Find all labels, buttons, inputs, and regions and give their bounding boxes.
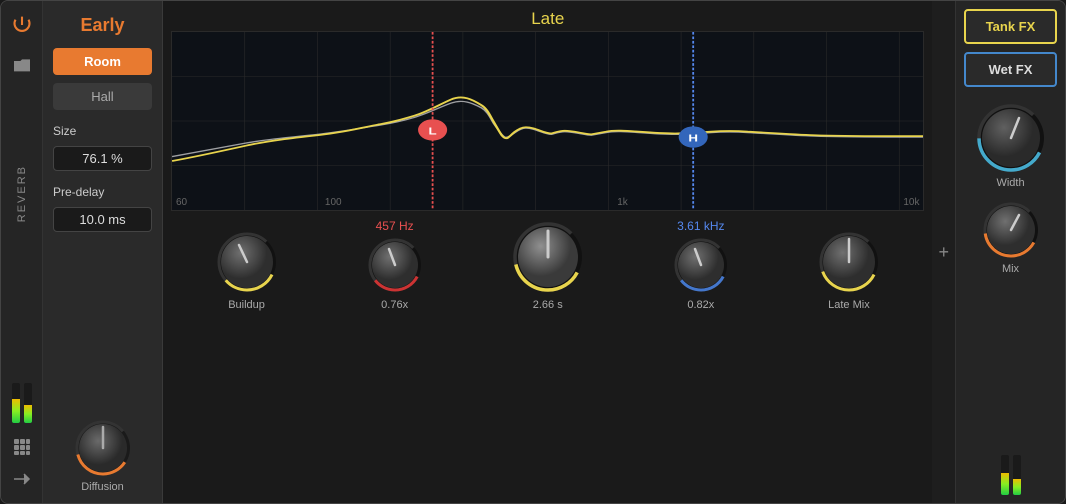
svg-text:H: H bbox=[688, 133, 698, 144]
main-area: Late bbox=[163, 1, 932, 503]
power-button[interactable] bbox=[10, 13, 34, 37]
tank-fx-button[interactable]: Tank FX bbox=[964, 9, 1057, 44]
mix-label: Mix bbox=[1002, 263, 1019, 275]
decay-group: 2.66 s bbox=[512, 221, 584, 311]
buildup-group: Buildup bbox=[216, 231, 278, 311]
latemix-knob[interactable] bbox=[818, 231, 880, 293]
latemix-label: Late Mix bbox=[828, 299, 870, 311]
latemix-group: Late Mix bbox=[818, 231, 880, 311]
grid-icon[interactable] bbox=[10, 435, 34, 459]
highfreq-group: 3.61 kHz 0.82x bbox=[673, 219, 729, 311]
plus-right-area: + bbox=[932, 1, 955, 503]
low-freq-knob[interactable] bbox=[367, 237, 423, 293]
hall-button[interactable]: Hall bbox=[53, 83, 152, 110]
diffusion-label: Diffusion bbox=[81, 481, 124, 493]
high-freq-knob-label: 0.82x bbox=[687, 299, 714, 311]
wet-fx-button[interactable]: Wet FX bbox=[964, 52, 1057, 87]
right-vu-meters bbox=[964, 455, 1057, 495]
frequency-display: L H 60 100 1k 10k bbox=[171, 31, 924, 211]
knobs-area: Buildup 457 Hz bbox=[163, 211, 932, 319]
left-sidebar: REVERB bbox=[1, 1, 43, 503]
early-panel: Early Room Hall Size 76.1 % Pre-delay 10… bbox=[43, 1, 163, 503]
size-value[interactable]: 76.1 % bbox=[53, 146, 152, 171]
diffusion-section: Diffusion bbox=[53, 411, 152, 493]
early-title: Early bbox=[53, 11, 152, 40]
lowfreq-group: 457 Hz 0.76x bbox=[367, 219, 423, 311]
high-freq-knob[interactable] bbox=[673, 237, 729, 293]
right-vu-left bbox=[1001, 455, 1009, 495]
size-label: Size bbox=[53, 124, 152, 138]
arrow-icon[interactable] bbox=[10, 467, 34, 491]
width-section: Width bbox=[964, 103, 1057, 189]
right-vu-right bbox=[1013, 455, 1021, 495]
buildup-label: Buildup bbox=[228, 299, 265, 311]
vu-meter-left bbox=[12, 383, 20, 423]
plugin-title: REVERB bbox=[16, 165, 28, 222]
late-title: Late bbox=[163, 1, 932, 31]
diffusion-knob[interactable] bbox=[74, 419, 132, 477]
right-panel: Tank FX Wet FX Width bbox=[955, 1, 1065, 503]
plus-right-button[interactable]: + bbox=[934, 238, 953, 267]
decay-label: 2.66 s bbox=[533, 299, 563, 311]
mix-section: Mix bbox=[964, 201, 1057, 275]
decay-knob[interactable] bbox=[512, 221, 584, 293]
folder-icon[interactable] bbox=[10, 53, 34, 77]
plugin-container: REVERB bbox=[0, 0, 1066, 504]
vu-meter-right bbox=[24, 383, 32, 423]
sidebar-bottom bbox=[10, 383, 34, 491]
freq-response-svg: L H bbox=[172, 32, 923, 210]
width-knob[interactable] bbox=[976, 103, 1046, 173]
predelay-label: Pre-delay bbox=[53, 185, 152, 199]
buildup-knob[interactable] bbox=[216, 231, 278, 293]
low-freq-knob-label: 0.76x bbox=[381, 299, 408, 311]
low-freq-label: 457 Hz bbox=[376, 219, 414, 233]
predelay-value[interactable]: 10.0 ms bbox=[53, 207, 152, 232]
high-freq-label: 3.61 kHz bbox=[677, 219, 724, 233]
svg-text:L: L bbox=[429, 126, 437, 137]
width-label: Width bbox=[996, 177, 1024, 189]
room-button[interactable]: Room bbox=[53, 48, 152, 75]
mix-knob[interactable] bbox=[982, 201, 1040, 259]
